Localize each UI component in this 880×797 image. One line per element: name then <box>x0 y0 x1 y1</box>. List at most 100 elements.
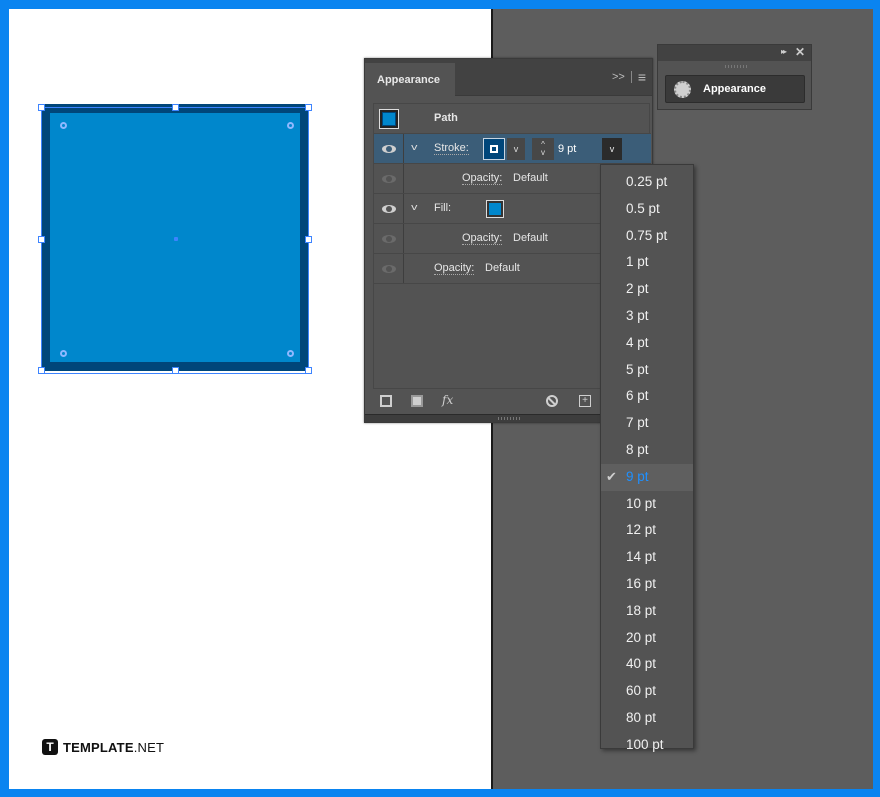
opacity-value: Default <box>485 262 520 274</box>
corner-radius-widget[interactable] <box>287 350 294 357</box>
stroke-weight-option[interactable]: 12 pt <box>601 517 693 544</box>
option-label: 100 pt <box>626 736 664 752</box>
resize-handle-top-left[interactable] <box>38 104 45 111</box>
expand-panel-icon[interactable]: ▸▸ <box>781 47 787 56</box>
visibility-toggle[interactable] <box>374 224 404 253</box>
stroke-weight-option[interactable]: 0.25 pt <box>601 169 693 196</box>
stroke-weight-option[interactable]: 20 pt <box>601 625 693 652</box>
chevron-down-icon[interactable]: v <box>411 202 417 212</box>
eye-icon <box>381 144 396 153</box>
stroke-color-dropdown[interactable]: v <box>507 138 525 160</box>
resize-handle-bottom-right[interactable] <box>305 367 312 374</box>
screenshot-frame: T TEMPLATE.NET Appearance >> ≡ Path v St… <box>9 9 873 789</box>
option-label: 12 pt <box>626 522 657 538</box>
fill-color-swatch[interactable] <box>486 200 504 218</box>
option-label: 80 pt <box>626 709 657 725</box>
stroke-weight-option[interactable]: 10 pt <box>601 491 693 518</box>
clear-appearance-icon[interactable] <box>546 395 558 407</box>
center-point <box>174 237 178 241</box>
stroke-weight-option[interactable]: 7 pt <box>601 410 693 437</box>
stroke-weight-option[interactable]: 14 pt <box>601 544 693 571</box>
stroke-weight-option[interactable]: 18 pt <box>601 598 693 625</box>
stroke-weight-stepper[interactable]: ^ v <box>532 138 554 160</box>
panel-tabbar: Appearance >> ≡ <box>365 59 652 96</box>
option-label: 20 pt <box>626 629 657 645</box>
opacity-value: Default <box>513 172 548 184</box>
option-label: 9 pt <box>626 468 649 484</box>
opacity-label[interactable]: Opacity: <box>434 262 475 275</box>
corner-radius-widget[interactable] <box>60 350 67 357</box>
option-label: 0.75 pt <box>626 227 668 243</box>
stroke-weight-option[interactable]: 0.5 pt <box>601 196 693 223</box>
option-label: 3 pt <box>626 307 649 323</box>
collapse-panel-icon[interactable]: >> <box>612 71 625 83</box>
opacity-label[interactable]: Opacity: <box>462 232 503 245</box>
option-label: 16 pt <box>626 575 657 591</box>
corner-radius-widget[interactable] <box>287 122 294 129</box>
option-label: 5 pt <box>626 361 649 377</box>
path-row[interactable]: Path <box>374 104 651 134</box>
option-label: 8 pt <box>626 441 649 457</box>
stroke-weight-input[interactable]: 9 pt <box>554 138 602 160</box>
corner-radius-widget[interactable] <box>60 122 67 129</box>
brand-name-thin: .NET <box>133 739 165 755</box>
stroke-weight-option[interactable]: 3 pt <box>601 303 693 330</box>
add-new-fill-icon[interactable] <box>411 395 423 407</box>
stroke-weight-option[interactable]: 16 pt <box>601 571 693 598</box>
tab-appearance[interactable]: Appearance <box>365 63 455 96</box>
option-label: 40 pt <box>626 656 657 672</box>
resize-handle-left[interactable] <box>38 236 45 243</box>
stroke-weight-option[interactable]: 1 pt <box>601 249 693 276</box>
opacity-value: Default <box>513 232 548 244</box>
resize-handle-top-right[interactable] <box>305 104 312 111</box>
stroke-weight-option[interactable]: 5 pt <box>601 357 693 384</box>
stroke-label[interactable]: Stroke: <box>434 142 469 155</box>
stroke-row[interactable]: v Stroke: v ^ v 9 pt v <box>374 134 651 164</box>
mini-panel-grip[interactable] <box>725 65 747 68</box>
close-icon[interactable]: ✕ <box>795 45 805 59</box>
panel-menu-icon[interactable]: ≡ <box>638 69 646 85</box>
stroke-color-swatch[interactable] <box>483 138 505 160</box>
divider <box>630 71 632 83</box>
stroke-weight-dropdown-button[interactable]: v <box>602 138 622 160</box>
visibility-toggle[interactable] <box>374 164 404 193</box>
stroke-weight-option[interactable]: 0.75 pt <box>601 223 693 250</box>
stroke-weight-option[interactable]: ✔ 9 pt <box>601 463 693 491</box>
resize-handle-top[interactable] <box>172 104 179 111</box>
stroke-weight-option[interactable]: 6 pt <box>601 383 693 410</box>
resize-handle-bottom-left[interactable] <box>38 367 45 374</box>
visibility-toggle[interactable] <box>374 194 404 223</box>
visibility-toggle[interactable] <box>374 134 404 163</box>
resize-handle-bottom[interactable] <box>172 367 179 374</box>
stroke-weight-option[interactable]: 4 pt <box>601 330 693 357</box>
add-effect-icon[interactable]: fx <box>442 393 453 407</box>
opacity-label[interactable]: Opacity: <box>462 172 503 185</box>
fill-label: Fill: <box>434 202 452 214</box>
appearance-panel-button[interactable]: Appearance <box>665 75 805 103</box>
option-label: 7 pt <box>626 415 649 431</box>
stroke-weight-option[interactable]: 2 pt <box>601 276 693 303</box>
option-label: 6 pt <box>626 388 649 404</box>
option-label: 0.5 pt <box>626 200 660 216</box>
add-new-stroke-icon[interactable] <box>380 395 392 407</box>
stroke-weight-option[interactable]: 8 pt <box>601 437 693 464</box>
chevron-down-icon[interactable]: v <box>411 142 417 152</box>
brand-name-bold: TEMPLATE <box>63 739 134 755</box>
appearance-button-label: Appearance <box>703 83 766 95</box>
path-thumbnail <box>379 109 399 129</box>
eye-icon <box>381 264 396 273</box>
option-label: 4 pt <box>626 334 649 350</box>
resize-handle-right[interactable] <box>305 236 312 243</box>
checkmark-icon: ✔ <box>606 468 617 484</box>
stroke-weight-option[interactable]: 100 pt <box>601 732 693 759</box>
option-label: 10 pt <box>626 495 657 511</box>
path-label: Path <box>434 112 458 124</box>
duplicate-item-icon[interactable]: + <box>579 395 591 407</box>
option-label: 1 pt <box>626 254 649 270</box>
eye-icon <box>381 174 396 183</box>
visibility-toggle[interactable] <box>374 254 404 283</box>
stroke-weight-option[interactable]: 40 pt <box>601 651 693 678</box>
option-label: 18 pt <box>626 602 657 618</box>
stroke-weight-option[interactable]: 80 pt <box>601 705 693 732</box>
stroke-weight-option[interactable]: 60 pt <box>601 678 693 705</box>
